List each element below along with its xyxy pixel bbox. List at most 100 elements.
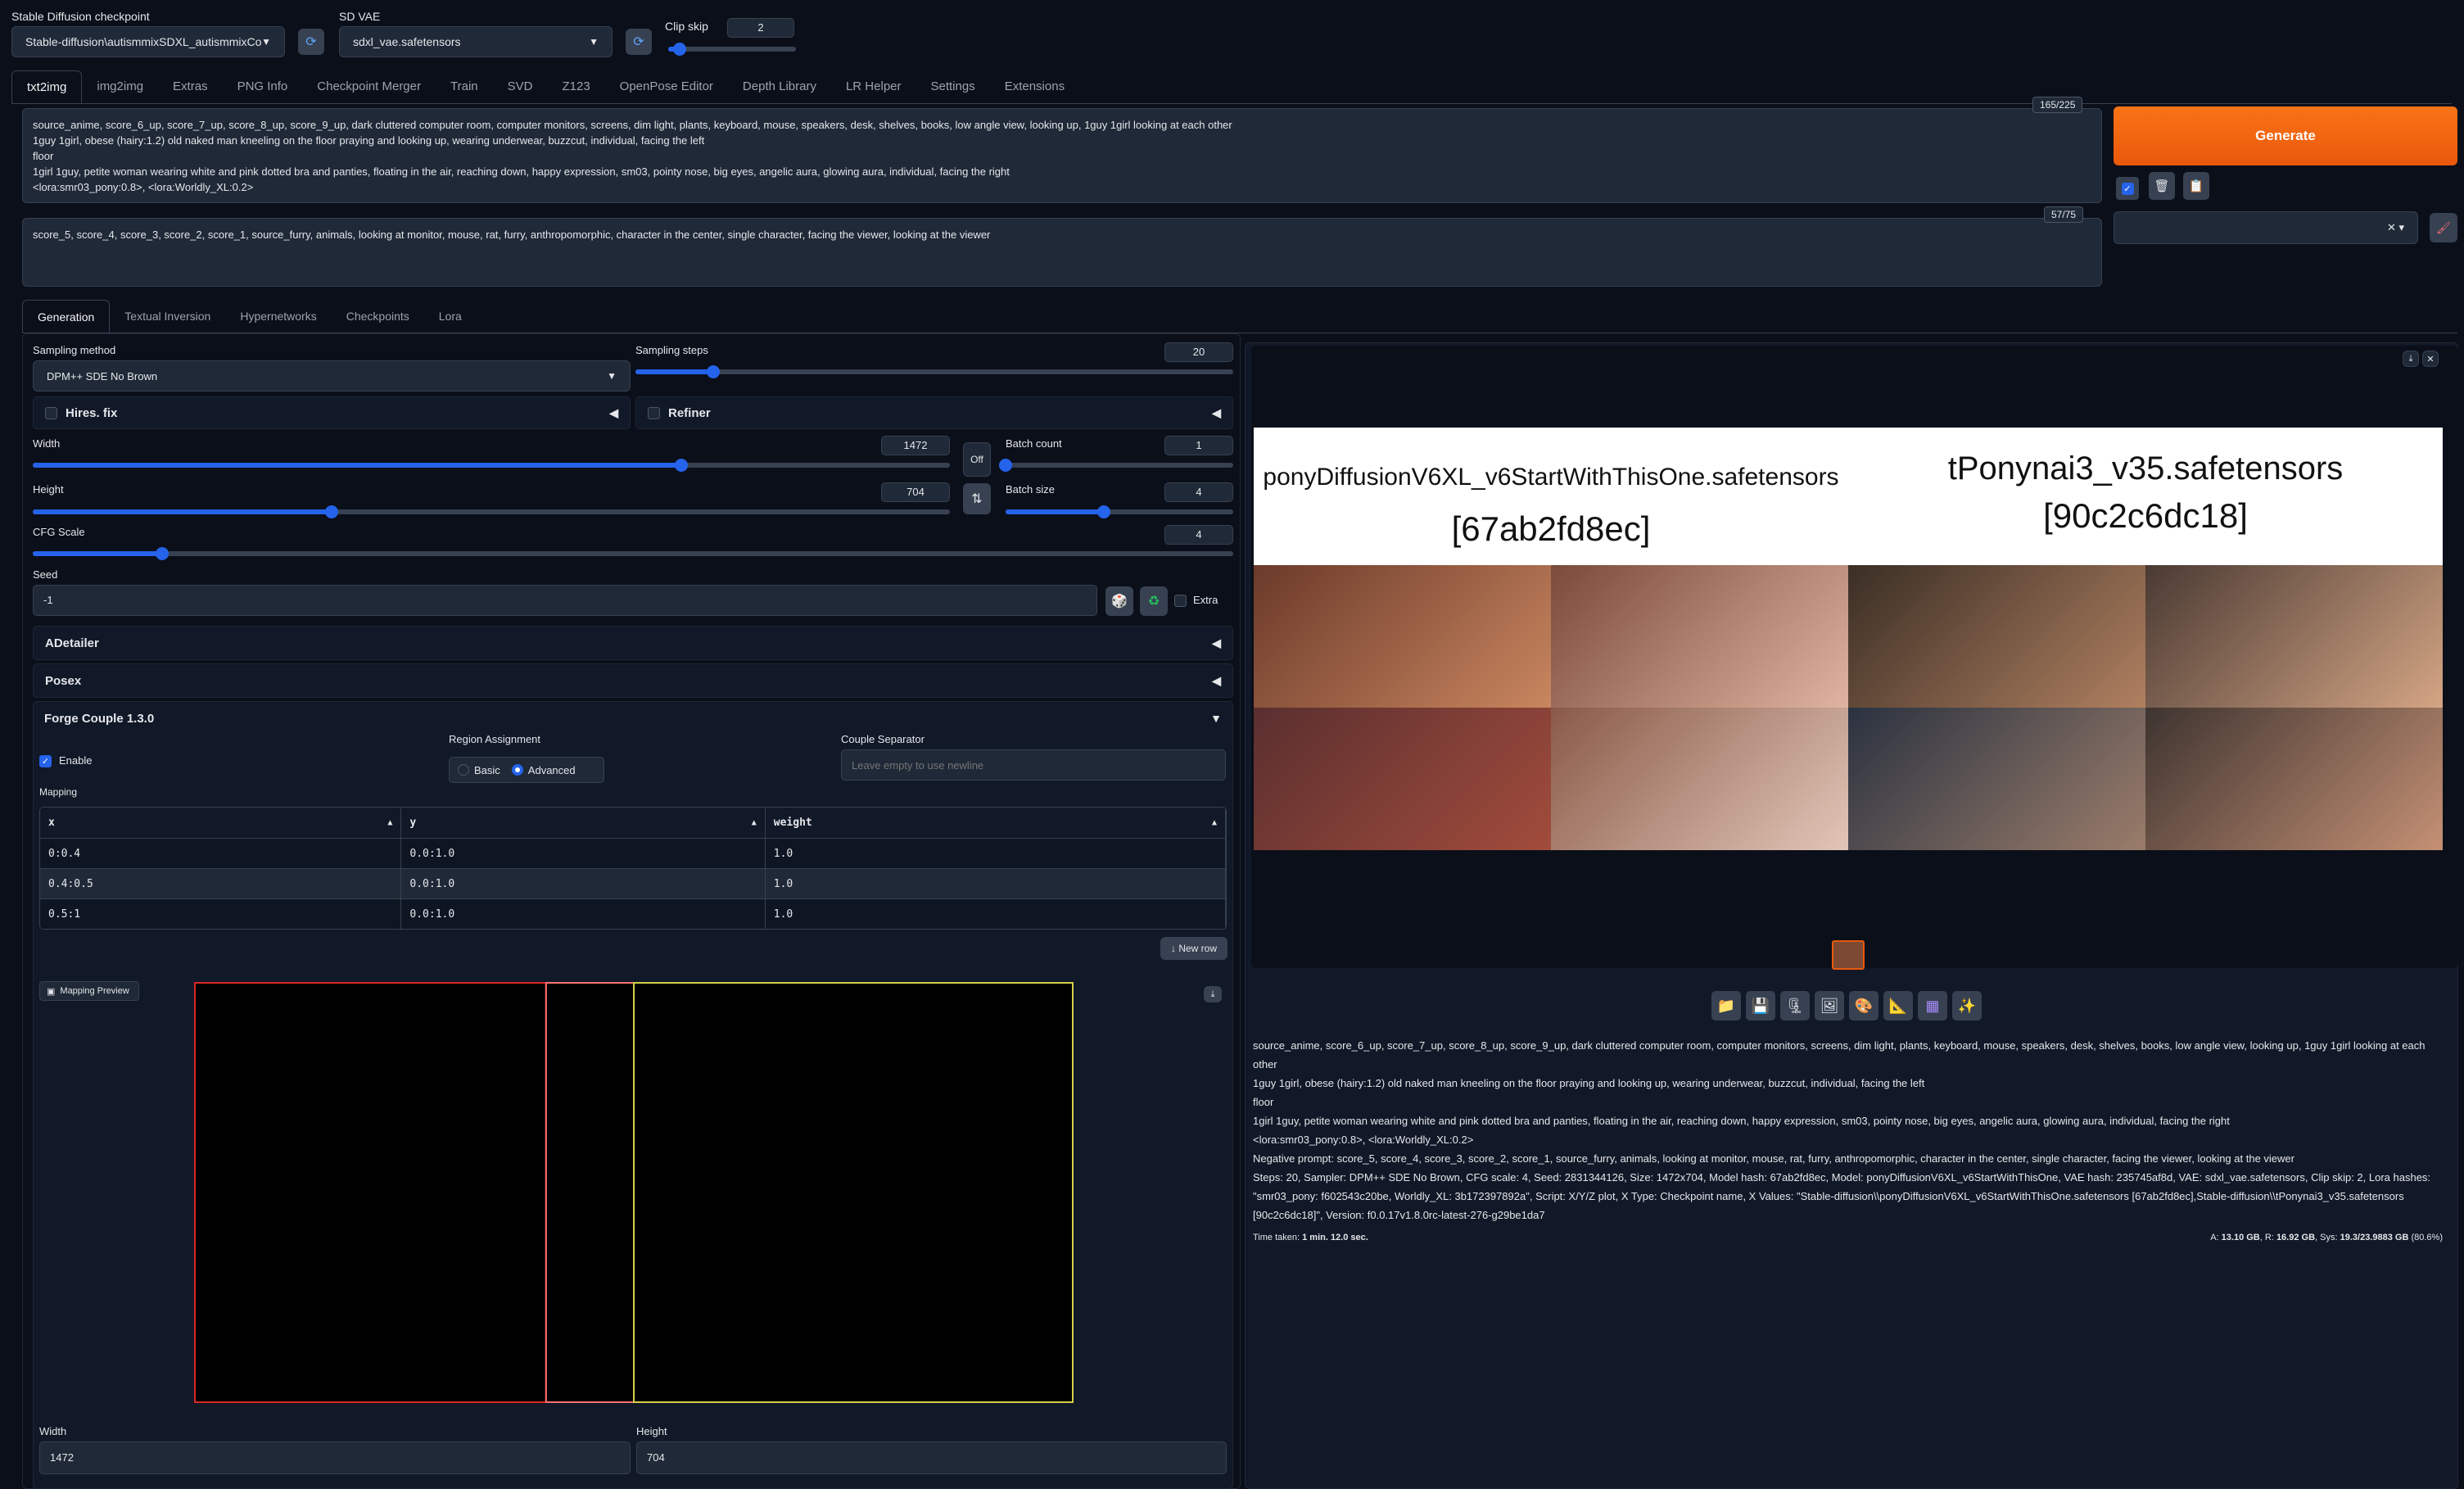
vae-select[interactable]: sdxl_vae.safetensors ▼ xyxy=(339,26,613,57)
tab-img2img[interactable]: img2img xyxy=(82,70,158,103)
sampling-steps-input[interactable]: 20 xyxy=(1164,342,1233,362)
tab-lr-helper[interactable]: LR Helper xyxy=(831,70,916,103)
tab-txt2img[interactable]: txt2img xyxy=(11,70,83,103)
clipskip-slider[interactable] xyxy=(668,43,796,56)
zip-button[interactable]: 🗜 xyxy=(1780,991,1810,1021)
grid-image-8[interactable] xyxy=(2145,708,2443,850)
tab-extras[interactable]: Extras xyxy=(158,70,223,103)
download-preview-button[interactable]: ⤓ xyxy=(1204,986,1222,1002)
subtab-checkpoints[interactable]: Checkpoints xyxy=(332,300,424,333)
mapping-col-header[interactable]: weight ▲ xyxy=(765,808,1226,839)
refresh-vae-button[interactable]: ⟳ xyxy=(626,29,652,55)
forge-couple-accordion[interactable]: Forge Couple 1.3.0 ▼ xyxy=(33,701,1233,735)
clear-icon[interactable]: ✕ ▾ xyxy=(2387,221,2404,234)
table-row[interactable]: 0.4:0.5 0.0:1.0 1.0 xyxy=(40,869,1226,899)
close-gallery-button[interactable]: ✕ xyxy=(2422,351,2439,367)
send-to-inpaint-button[interactable]: 🎨 xyxy=(1849,991,1879,1021)
seed-input[interactable]: -1 xyxy=(33,585,1097,616)
clipskip-input[interactable]: 2 xyxy=(727,18,794,38)
batch-count-slider[interactable] xyxy=(999,459,1233,472)
tab-svd[interactable]: SVD xyxy=(493,70,548,103)
batch-size-slider[interactable] xyxy=(1006,505,1233,518)
tab-openpose-editor[interactable]: OpenPose Editor xyxy=(605,70,728,103)
reuse-seed-button[interactable]: ♻ xyxy=(1140,586,1168,616)
sampling-steps-slider[interactable] xyxy=(635,365,1233,378)
preview-width-input[interactable]: 1472 xyxy=(39,1441,631,1474)
hires-off-button[interactable]: Off xyxy=(963,442,991,477)
mapping-cell[interactable]: 0.4:0.5 xyxy=(40,869,402,899)
posex-accordion[interactable]: Posex ◀ xyxy=(33,663,1233,698)
show-checkbox-button[interactable]: ✓ xyxy=(2116,177,2139,200)
negative-prompt-textarea[interactable]: score_5, score_4, score_3, score_2, scor… xyxy=(22,218,2102,287)
checkpoint-select[interactable]: Stable-diffusion\autismmixSDXL_autismmix… xyxy=(11,26,285,57)
grid-image-2[interactable] xyxy=(1551,565,1848,708)
mapping-cell[interactable]: 0.0:1.0 xyxy=(401,899,766,929)
refiner-accordion[interactable]: Refiner ◀ xyxy=(635,396,1233,429)
basic-radio[interactable]: Basic xyxy=(458,764,500,776)
width-input[interactable]: 1472 xyxy=(881,436,950,455)
refiner-checkbox[interactable] xyxy=(648,406,660,419)
cfg-slider[interactable] xyxy=(33,547,1233,560)
mapping-cell[interactable]: 0.5:1 xyxy=(40,899,402,929)
download-image-button[interactable]: ⤓ xyxy=(2403,351,2419,367)
mapping-cell[interactable]: 0:0.4 xyxy=(40,839,402,869)
grid-image-6[interactable] xyxy=(1551,708,1848,850)
mapping-col-header[interactable]: y ▲ xyxy=(401,808,766,839)
cfg-input[interactable]: 4 xyxy=(1164,525,1233,545)
subtab-hypernetworks[interactable]: Hypernetworks xyxy=(225,300,331,333)
grid-tool-button[interactable]: ▦ xyxy=(1918,991,1947,1021)
height-input[interactable]: 704 xyxy=(881,482,950,502)
hires-fix-accordion[interactable]: Hires. fix ◀ xyxy=(33,396,631,429)
tab-train[interactable]: Train xyxy=(436,70,493,103)
grid-image-4[interactable] xyxy=(2145,565,2443,708)
adetailer-accordion[interactable]: ADetailer ◀ xyxy=(33,626,1233,660)
tab-png-info[interactable]: PNG Info xyxy=(223,70,303,103)
grid-image-3[interactable] xyxy=(1848,565,2145,708)
new-row-button[interactable]: ↓ New row xyxy=(1160,937,1227,960)
trash-button[interactable]: 🗑 xyxy=(2149,172,2175,200)
refresh-checkpoint-button[interactable]: ⟳ xyxy=(298,29,324,55)
hires-fix-checkbox[interactable] xyxy=(45,406,57,419)
subtab-lora[interactable]: Lora xyxy=(424,300,477,333)
sort-icon[interactable]: ▲ xyxy=(752,818,757,827)
generate-button[interactable]: Generate xyxy=(2114,106,2457,165)
subtab-textual-inversion[interactable]: Textual Inversion xyxy=(110,300,225,333)
subtab-generation[interactable]: Generation xyxy=(22,300,111,333)
mapping-col-header[interactable]: x ▲ xyxy=(40,808,402,839)
width-slider[interactable] xyxy=(33,459,950,472)
random-seed-button[interactable]: 🎲 xyxy=(1105,586,1133,616)
gallery-thumbnail[interactable] xyxy=(1832,940,1865,970)
tab-extensions[interactable]: Extensions xyxy=(990,70,1079,103)
clipboard-button[interactable]: 📋 xyxy=(2183,172,2209,200)
swap-dimensions-button[interactable]: ⇅ xyxy=(963,483,991,514)
edit-styles-button[interactable]: 🖌 xyxy=(2430,213,2457,242)
save-button[interactable]: 💾 xyxy=(1746,991,1775,1021)
tab-checkpoint-merger[interactable]: Checkpoint Merger xyxy=(302,70,436,103)
batch-count-input[interactable]: 1 xyxy=(1164,436,1233,455)
advanced-radio[interactable]: Advanced xyxy=(511,764,576,776)
tab-depth-library[interactable]: Depth Library xyxy=(728,70,831,103)
table-row[interactable]: 0:0.4 0.0:1.0 1.0 xyxy=(40,839,1226,869)
extra-seed-checkbox[interactable] xyxy=(1174,595,1187,607)
batch-size-input[interactable]: 4 xyxy=(1164,482,1233,502)
sampling-method-select[interactable]: DPM++ SDE No Brown ▼ xyxy=(33,360,631,391)
grid-image-7[interactable] xyxy=(1848,708,2145,850)
grid-images[interactable] xyxy=(1254,565,2443,850)
couple-separator-input[interactable] xyxy=(841,749,1226,781)
send-to-img2img-button[interactable]: 🖼 xyxy=(1815,991,1844,1021)
sort-icon[interactable]: ▲ xyxy=(1212,818,1217,827)
prompt-textarea[interactable]: source_anime, score_6_up, score_7_up, sc… xyxy=(22,108,2102,203)
send-to-extras-button[interactable]: 📐 xyxy=(1883,991,1913,1021)
mapping-cell[interactable]: 0.0:1.0 xyxy=(401,839,766,869)
magic-button[interactable]: ✨ xyxy=(1952,991,1982,1021)
height-slider[interactable] xyxy=(33,505,950,518)
tab-z123[interactable]: Z123 xyxy=(547,70,604,103)
styles-select[interactable]: ✕ ▾ xyxy=(2114,211,2418,244)
enable-checkbox[interactable]: ✓ xyxy=(39,755,52,767)
mapping-cell[interactable]: 0.0:1.0 xyxy=(401,869,766,899)
mapping-cell[interactable]: 1.0 xyxy=(765,839,1226,869)
preview-height-input[interactable]: 704 xyxy=(636,1441,1227,1474)
sort-icon[interactable]: ▲ xyxy=(387,818,392,827)
open-folder-button[interactable]: 📁 xyxy=(1711,991,1741,1021)
mapping-cell[interactable]: 1.0 xyxy=(765,869,1226,899)
